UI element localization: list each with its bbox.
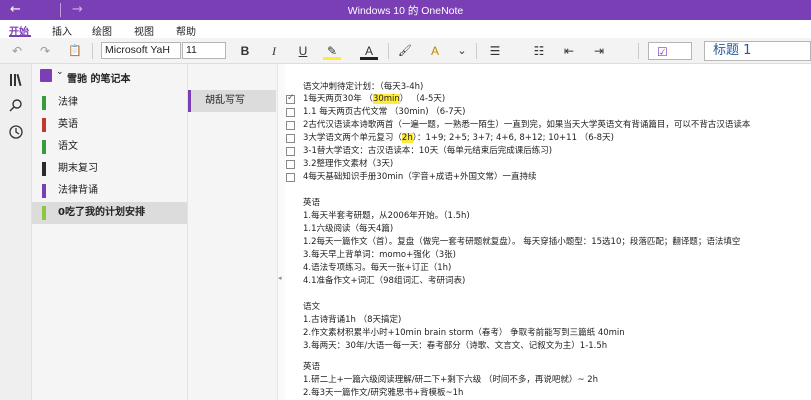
section-color-tab (42, 140, 46, 154)
note-line: 1.1六级阅读（每天4篇) (303, 224, 394, 234)
chinese-title: 语文 (303, 302, 321, 312)
section-item[interactable]: 法律 (32, 92, 187, 114)
undo-icon[interactable]: ↶ (8, 42, 26, 60)
section-color-tab (42, 96, 46, 110)
checkbox[interactable] (286, 108, 295, 117)
tab-draw[interactable]: 绘图 (92, 23, 112, 38)
window-title: Windows 10 的 OneNote (347, 5, 464, 17)
checkbox[interactable] (286, 160, 295, 169)
english-title: 英语 (303, 198, 321, 208)
page-list-panel: 胡乱写写 (187, 64, 277, 400)
note-line: 3.每天早上背单词：momo+强化（3张) (303, 250, 456, 260)
todo-item: 3大学语文两个单元复习（2h）：1+9; 2+5; 3+7; 4+6, 8+12… (286, 133, 614, 144)
section-item[interactable]: 语文 (32, 136, 187, 158)
clear-formatting-icon[interactable]: 🖌 (396, 42, 414, 60)
todo-item: 1.1 每天两页古代文常 （30min) （6-7天) (286, 107, 466, 118)
notebook-icon (40, 69, 52, 82)
chevron-down-icon[interactable]: ⌄ (56, 67, 64, 77)
note-canvas[interactable]: 语文冲刺待定计划：（每天3-4h) 1每天两页30年 （30min） （4-5天… (286, 64, 811, 400)
section-label: 法律背诵 (58, 185, 98, 196)
title-bar: ← → Windows 10 的 OneNote (0, 0, 811, 20)
panel-splitter[interactable]: ◂ (277, 64, 285, 400)
collapse-handle-icon[interactable]: ◂ (278, 274, 282, 282)
tag-dropdown[interactable]: ☑ (648, 42, 692, 60)
todo-item: 1每天两页30年 （30min） （4-5天) (286, 93, 445, 105)
tab-view[interactable]: 视图 (134, 23, 154, 38)
section-label: 期末复习 (58, 163, 98, 174)
navigation-strip (0, 64, 32, 400)
ribbon-separator (476, 43, 477, 59)
italic-button[interactable]: I (265, 42, 283, 60)
note-line: 3.每两天：30年/大语一每一天：春考部分（诗歌、文言文、记叙文为主）1-1.5… (303, 341, 608, 351)
section-item[interactable]: 法律背诵 (32, 180, 187, 202)
note-line: 4.语法专项练习。每天一张+订正（1h) (303, 263, 452, 273)
section-color-tab (42, 118, 46, 132)
font-name-field[interactable]: Microsoft YaH (101, 42, 181, 59)
todo-item: 3.2整理作文素材（3天) (286, 159, 393, 170)
outdent-icon[interactable]: ⇤ (560, 42, 578, 60)
todo-item: 3-1替大学语文：古汉语读本：10天（每单元结束后完成课后练习) (286, 146, 552, 157)
paste-icon[interactable]: 📋 (66, 42, 84, 60)
recent-icon[interactable] (8, 124, 24, 140)
ribbon-separator (388, 43, 389, 59)
redo-icon[interactable]: ↷ (36, 42, 54, 60)
bullets-icon[interactable]: ☰ (486, 42, 504, 60)
highlight-icon[interactable]: ✎ (323, 42, 341, 60)
numbering-icon[interactable]: ☷ (530, 42, 548, 60)
checkbox[interactable] (286, 93, 295, 104)
section-color-tab (42, 162, 46, 176)
note-line: 4.1准备作文+词汇（98组词汇、考研词表) (303, 276, 466, 286)
section-label: 英语 (58, 119, 78, 130)
section-item[interactable]: 期末复习 (32, 158, 187, 180)
note-line: 2.作文素材积累半小时+10min brain storm（春考） 争取考前能写… (303, 328, 625, 338)
ribbon-toolbar: ↶ ↷ 📋 Microsoft YaH 11 B I U ✎ A 🖌 A ⌄ ☰… (0, 38, 811, 64)
note-line: 1.研二上+一篇六级阅读理解/研二下+剩下六级 （时间不多，再说吧就）~ 2h (303, 375, 599, 385)
section-color-tab (42, 184, 46, 198)
section-color-tab (42, 206, 46, 220)
underline-button[interactable]: U (294, 42, 312, 60)
tab-help[interactable]: 帮助 (176, 23, 196, 38)
checkbox[interactable] (286, 147, 295, 156)
checkbox[interactable] (286, 121, 295, 130)
notebook-name: 雪驰 的笔记本 (67, 74, 131, 85)
notebooks-icon[interactable] (8, 72, 24, 88)
text-effects-icon[interactable]: A (428, 42, 442, 60)
ribbon-separator (638, 43, 639, 59)
note-line: 2.每3天一篇作文/研究雅思书+背模板~1h (303, 388, 464, 398)
note-line: 1.古诗背诵1h （8天搞定) (303, 315, 402, 325)
font-color-icon[interactable]: A (360, 42, 378, 60)
checkbox[interactable] (286, 134, 295, 143)
bold-button[interactable]: B (236, 42, 254, 60)
active-tab-indicator (9, 35, 31, 37)
section-item[interactable]: 英语 (32, 114, 187, 136)
note-line: 1.2每天一篇作文（首）。复盘（做完一套考研题就复盘）。 每天穿插小题型：15选… (303, 237, 741, 247)
ribbon-separator (92, 43, 93, 59)
tab-insert[interactable]: 插入 (52, 23, 72, 38)
style-selector[interactable]: 标题 1 (704, 41, 811, 61)
section-label: 法律 (58, 97, 78, 108)
indent-icon[interactable]: ⇥ (590, 42, 608, 60)
chevron-down-icon[interactable]: ⌄ (455, 42, 469, 60)
note-line: 1.每天半套考研题，从2006年开始。（1.5h) (303, 211, 470, 221)
page-item-active[interactable]: 胡乱写写 (188, 90, 276, 112)
checkbox[interactable] (286, 173, 295, 182)
section-item-active[interactable]: 0吃了我的计划安排 (32, 202, 187, 224)
plan-title: 语文冲刺待定计划：（每天3-4h) (303, 82, 424, 92)
font-size-field[interactable]: 11 (182, 42, 226, 59)
menu-bar: 开始 插入 绘图 视图 帮助 (0, 20, 811, 38)
section-label: 语文 (58, 141, 78, 152)
section-list-panel: ⌄ 雪驰 的笔记本 ⇅ 法律 英语 语文 期末复习 法律背诵 0吃了我的计划安排 (32, 64, 259, 400)
todo-item: 4每天基础知识手册30min（字音+成语+外国文常）一直持续 (286, 172, 537, 183)
section-label: 0吃了我的计划安排 (58, 207, 145, 218)
english2-title: 英语 (303, 362, 321, 372)
search-icon[interactable] (8, 97, 24, 113)
notebook-header[interactable]: ⌄ 雪驰 的笔记本 (32, 64, 187, 88)
todo-item: 2古代汉语读本诗歌两首（一遍一题，一熟悉一陌生）一直到完，如果当天大学英语文有背… (286, 120, 750, 131)
